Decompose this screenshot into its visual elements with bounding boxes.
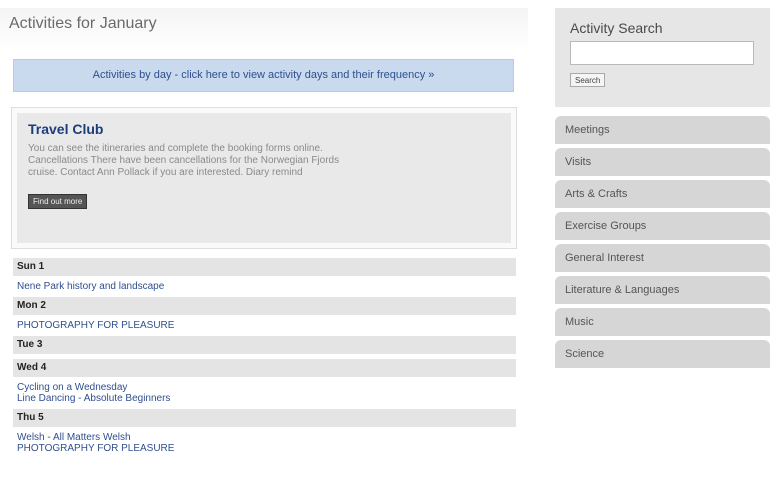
category-item-visits[interactable]: Visits xyxy=(555,148,770,176)
activity-link[interactable]: PHOTOGRAPHY FOR PLEASURE xyxy=(13,443,516,454)
activity-list: Cycling on a Wednesday Line Dancing - Ab… xyxy=(13,382,516,404)
activity-link[interactable]: Line Dancing - Absolute Beginners xyxy=(13,393,516,404)
day-block: Sun 1 Nene Park history and landscape xyxy=(13,258,516,292)
sidebar: Activity Search Search Meetings Visits A… xyxy=(555,8,770,372)
category-item-literature-languages[interactable]: Literature & Languages xyxy=(555,276,770,304)
activity-link[interactable]: Nene Park history and landscape xyxy=(13,281,516,292)
activity-list: Nene Park history and landscape xyxy=(13,281,516,292)
search-input[interactable] xyxy=(570,41,754,65)
category-item-exercise-groups[interactable]: Exercise Groups xyxy=(555,212,770,240)
category-item-arts-crafts[interactable]: Arts & Crafts xyxy=(555,180,770,208)
day-block: Mon 2 PHOTOGRAPHY FOR PLEASURE xyxy=(13,297,516,331)
day-block: Tue 3 xyxy=(13,336,516,354)
activity-list: Welsh - All Matters Welsh PHOTOGRAPHY FO… xyxy=(13,432,516,454)
day-block: Wed 4 Cycling on a Wednesday Line Dancin… xyxy=(13,359,516,404)
day-header: Tue 3 xyxy=(13,336,516,354)
activity-search-box: Activity Search Search xyxy=(555,8,770,107)
main-content: Activities for January Activities by day… xyxy=(0,0,528,497)
search-title: Activity Search xyxy=(570,20,663,36)
day-header: Mon 2 xyxy=(13,297,516,315)
featured-description: You can see the itineraries and complete… xyxy=(28,143,340,178)
category-item-general-interest[interactable]: General Interest xyxy=(555,244,770,272)
day-header: Wed 4 xyxy=(13,359,516,377)
activities-by-day-link[interactable]: Activities by day - click here to view a… xyxy=(13,59,514,92)
category-nav: Meetings Visits Arts & Crafts Exercise G… xyxy=(555,116,770,368)
day-block: Thu 5 Welsh - All Matters Welsh PHOTOGRA… xyxy=(13,409,516,454)
day-header: Sun 1 xyxy=(13,258,516,276)
activity-link[interactable]: PHOTOGRAPHY FOR PLEASURE xyxy=(13,320,516,331)
page-header: Activities for January xyxy=(0,8,528,50)
featured-activity-panel: Travel Club You can see the itineraries … xyxy=(11,107,517,249)
page-title: Activities for January xyxy=(9,15,157,32)
activity-list: PHOTOGRAPHY FOR PLEASURE xyxy=(13,320,516,331)
activity-schedule: Sun 1 Nene Park history and landscape Mo… xyxy=(13,258,516,459)
search-button[interactable]: Search xyxy=(570,73,606,87)
category-item-music[interactable]: Music xyxy=(555,308,770,336)
featured-title[interactable]: Travel Club xyxy=(28,121,500,137)
find-out-more-button[interactable]: Find out more xyxy=(28,194,88,209)
activity-link[interactable]: Welsh - All Matters Welsh xyxy=(13,432,516,443)
category-item-science[interactable]: Science xyxy=(555,340,770,368)
day-header: Thu 5 xyxy=(13,409,516,427)
featured-activity: Travel Club You can see the itineraries … xyxy=(17,113,511,243)
activity-link[interactable]: Cycling on a Wednesday xyxy=(13,382,516,393)
category-item-meetings[interactable]: Meetings xyxy=(555,116,770,144)
